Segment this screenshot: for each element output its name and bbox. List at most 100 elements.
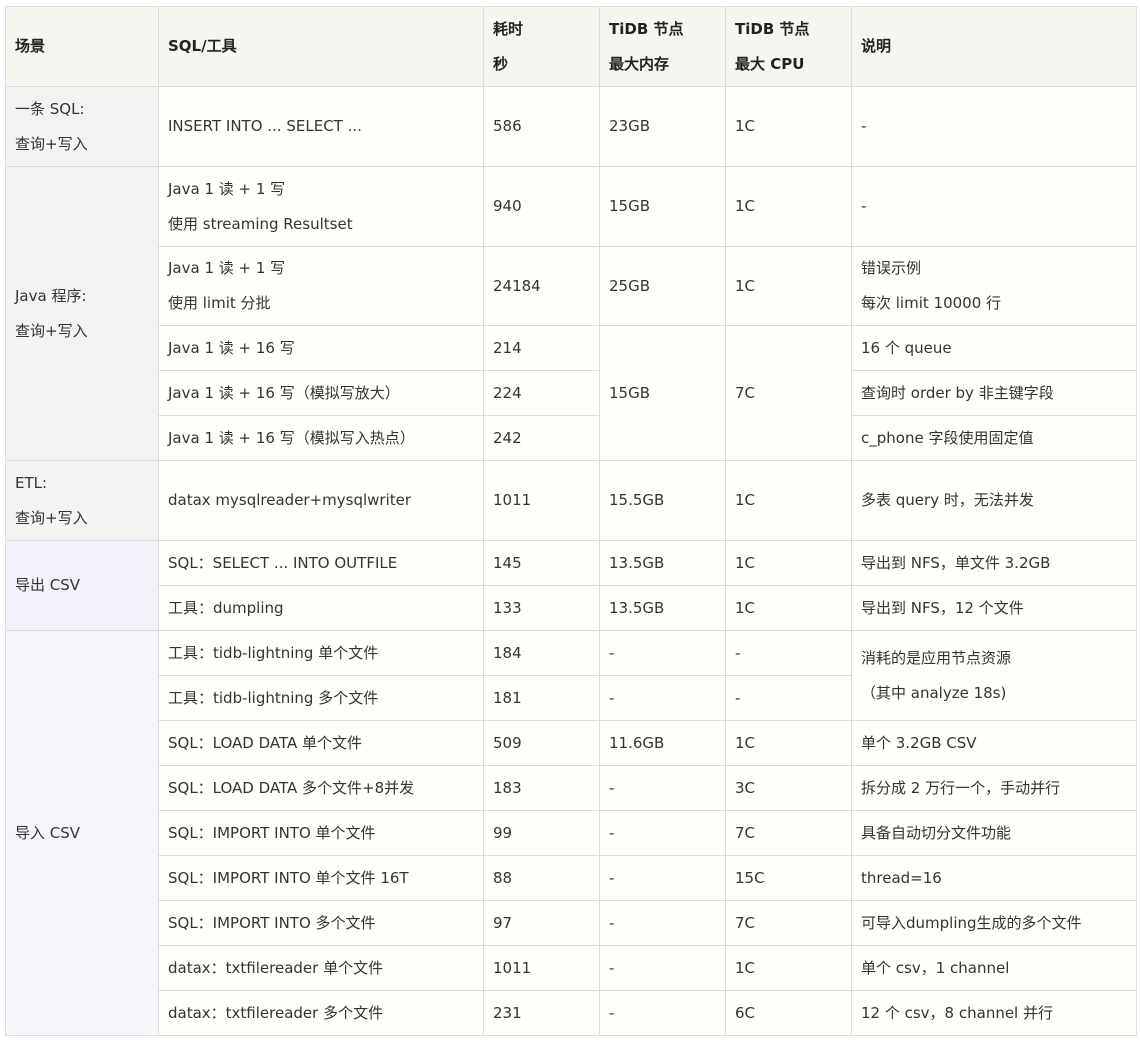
cpu-cell: 1C <box>725 460 852 541</box>
cpu-cell: 7C <box>725 900 852 946</box>
note-cell: 单个 csv，1 channel <box>851 945 1137 991</box>
note-cell: - <box>851 86 1137 167</box>
tool-cell: SQL：IMPORT INTO 多个文件 <box>158 900 484 946</box>
header-time: 耗时秒 <box>483 6 600 87</box>
note-cell: 拆分成 2 万行一个，手动并行 <box>851 765 1137 811</box>
memory-cell: - <box>599 990 726 1036</box>
note-cell: 导出到 NFS，单文件 3.2GB <box>851 540 1137 586</box>
memory-cell: - <box>599 765 726 811</box>
table-row: SQL：LOAD DATA 单个文件 509 11.6GB 1C 单个 3.2G… <box>6 720 1137 766</box>
cpu-cell: 1C <box>725 585 852 631</box>
scene-cell-sql: 一条 SQL: 查询+写入 <box>5 86 159 167</box>
time-cell: 184 <box>483 630 600 676</box>
time-cell: 509 <box>483 720 600 766</box>
memory-cell: 13.5GB <box>599 540 726 586</box>
memory-cell: - <box>599 630 726 676</box>
table-row: 导出 CSV SQL：SELECT ... INTO OUTFILE 145 1… <box>5 540 1137 631</box>
table-row: Java 1 读 + 16 写（模拟写放大） 224 查询时 order by … <box>6 370 1137 416</box>
cpu-cell: 7C <box>725 325 852 461</box>
time-cell: 88 <box>483 855 600 901</box>
note-cell: 错误示例 每次 limit 10000 行 <box>851 246 1137 326</box>
memory-cell: 15GB <box>599 325 726 461</box>
tool-cell: Java 1 读 + 16 写 <box>158 325 484 371</box>
header-cpu: TiDB 节点 最大 CPU <box>725 6 852 87</box>
time-cell: 24184 <box>483 246 600 326</box>
time-cell: 242 <box>483 415 600 461</box>
time-cell: 97 <box>483 900 600 946</box>
table-row: 导入 CSV 工具：tidb-lightning 单个文件 184 - - 消耗… <box>5 630 1137 1036</box>
table-row: 一条 SQL: 查询+写入 INSERT INTO ... SELECT ... … <box>5 86 1137 167</box>
note-cell: 消耗的是应用节点资源 （其中 analyze 18s) <box>851 630 1137 721</box>
cpu-cell: 1C <box>725 166 852 247</box>
table-row: SQL：LOAD DATA 多个文件+8并发 183 - 3C 拆分成 2 万行… <box>6 765 1137 811</box>
header-memory: TiDB 节点 最大内存 <box>599 6 726 87</box>
cpu-cell: 7C <box>725 810 852 856</box>
time-cell: 145 <box>483 540 600 586</box>
header-note: 说明 <box>851 6 1137 87</box>
memory-cell: 15GB <box>599 166 726 247</box>
cpu-cell: 6C <box>725 990 852 1036</box>
tool-cell: INSERT INTO ... SELECT ... <box>158 86 484 167</box>
cpu-cell: 15C <box>725 855 852 901</box>
time-cell: 181 <box>483 675 600 721</box>
tool-cell: SQL：LOAD DATA 单个文件 <box>158 720 484 766</box>
note-cell: 查询时 order by 非主键字段 <box>851 370 1137 416</box>
time-cell: 1011 <box>483 945 600 991</box>
tool-cell: 工具：tidb-lightning 多个文件 <box>158 675 484 721</box>
memory-cell: - <box>599 945 726 991</box>
memory-cell: 13.5GB <box>599 585 726 631</box>
cpu-cell: 1C <box>725 945 852 991</box>
memory-cell: - <box>599 810 726 856</box>
note-cell: thread=16 <box>851 855 1137 901</box>
time-cell: 231 <box>483 990 600 1036</box>
note-cell: 单个 3.2GB CSV <box>851 720 1137 766</box>
note-cell: 16 个 queue <box>851 325 1137 371</box>
performance-table: 场景 SQL/工具 耗时秒 TiDB 节点 最大内存 TiDB 节点 最大 CPU … <box>5 6 1137 1036</box>
cpu-cell: 1C <box>725 86 852 167</box>
time-cell: 99 <box>483 810 600 856</box>
table-row: Java 1 读 + 16 写（模拟写入热点） 242 c_phone 字段使用… <box>6 415 1137 461</box>
tool-cell: 工具：tidb-lightning 单个文件 <box>158 630 484 676</box>
cpu-cell: 1C <box>725 720 852 766</box>
time-cell: 940 <box>483 166 600 247</box>
time-cell: 183 <box>483 765 600 811</box>
table-row: SQL：IMPORT INTO 单个文件 16T 88 - 15C thread… <box>6 855 1137 901</box>
tool-cell: Java 1 读 + 1 写使用 streaming Resultset <box>158 166 484 247</box>
table-row: ETL: 查询+写入 datax mysqlreader+mysqlwriter … <box>5 460 1137 541</box>
memory-cell: 11.6GB <box>599 720 726 766</box>
cpu-cell: - <box>725 630 852 676</box>
table-row: datax：txtfilereader 多个文件 231 - 6C 12 个 c… <box>6 990 1137 1036</box>
note-cell: 导出到 NFS，12 个文件 <box>851 585 1137 631</box>
note-cell: 具备自动切分文件功能 <box>851 810 1137 856</box>
tool-cell: SQL：IMPORT INTO 单个文件 16T <box>158 855 484 901</box>
tool-cell: datax mysqlreader+mysqlwriter <box>158 460 484 541</box>
memory-cell: 25GB <box>599 246 726 326</box>
time-cell: 1011 <box>483 460 600 541</box>
table-row: SQL：IMPORT INTO 单个文件 99 - 7C 具备自动切分文件功能 <box>6 810 1137 856</box>
memory-cell: 15.5GB <box>599 460 726 541</box>
table-row: Java 程序: 查询+写入 Java 1 读 + 1 写使用 streaming… <box>5 166 1137 461</box>
header-row: 场景 SQL/工具 耗时秒 TiDB 节点 最大内存 TiDB 节点 最大 CPU … <box>5 6 1137 87</box>
tool-cell: SQL：LOAD DATA 多个文件+8并发 <box>158 765 484 811</box>
memory-cell: - <box>599 675 726 721</box>
memory-cell: - <box>599 900 726 946</box>
memory-cell: 23GB <box>599 86 726 167</box>
page: 场景 SQL/工具 耗时秒 TiDB 节点 最大内存 TiDB 节点 最大 CPU … <box>0 0 1140 1040</box>
tool-cell: Java 1 读 + 16 写（模拟写入热点） <box>158 415 484 461</box>
tool-cell: Java 1 读 + 1 写使用 limit 分批 <box>158 246 484 326</box>
cpu-cell: 1C <box>725 246 852 326</box>
note-cell: - <box>851 166 1137 247</box>
note-cell: 可导入dumpling生成的多个文件 <box>851 900 1137 946</box>
time-cell: 224 <box>483 370 600 416</box>
header-scene: 场景 <box>5 6 159 87</box>
table-row: 工具：dumpling 133 13.5GB 1C 导出到 NFS，12 个文件 <box>6 585 1137 631</box>
tool-cell: datax：txtfilereader 单个文件 <box>158 945 484 991</box>
cpu-cell: 1C <box>725 540 852 586</box>
note-cell: 12 个 csv，8 channel 并行 <box>851 990 1137 1036</box>
tool-cell: Java 1 读 + 16 写（模拟写放大） <box>158 370 484 416</box>
tool-cell: datax：txtfilereader 多个文件 <box>158 990 484 1036</box>
memory-cell: - <box>599 855 726 901</box>
scene-cell-export: 导出 CSV <box>5 540 159 631</box>
note-cell: 多表 query 时，无法并发 <box>851 460 1137 541</box>
time-cell: 214 <box>483 325 600 371</box>
